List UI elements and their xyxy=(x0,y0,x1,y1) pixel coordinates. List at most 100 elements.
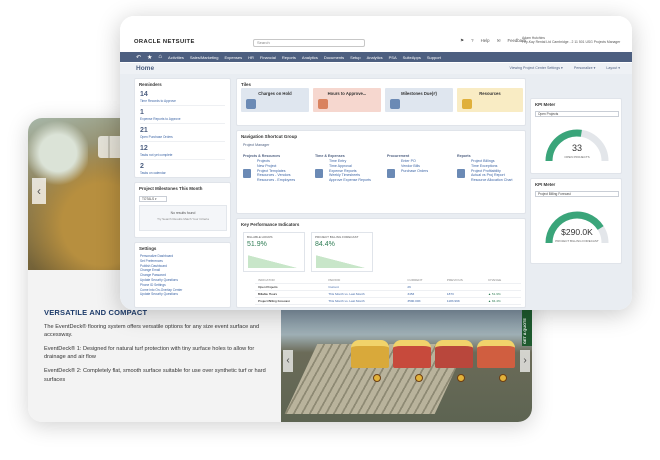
personalize-link[interactable]: Personalize ▾ xyxy=(574,66,596,70)
kpi-table: INDICATOR PERIOD CURRENT PREVIOUS CHANGE… xyxy=(255,277,521,305)
kpi-sparkline xyxy=(248,254,302,268)
milestones-empty-title: No results found xyxy=(170,211,196,215)
kpi-change: ▲ 84.4% xyxy=(485,297,521,305)
nav-item[interactable]: Activities xyxy=(168,55,184,60)
kpi-meter-caption: PROJECT BILLING FORECAST xyxy=(555,239,599,243)
collage-stage: ‹ VERSATILE AND COMPACT The EventDeck® f… xyxy=(0,0,660,460)
settings-link[interactable]: Update Security Questions xyxy=(140,292,225,297)
nav-item[interactable]: HR xyxy=(248,55,254,60)
kpi-meter-title: KPI Meter xyxy=(535,182,556,187)
kpi-current[interactable]: 26 xyxy=(404,283,444,291)
reminder-count: 2 xyxy=(140,163,144,170)
reminder-count: 14 xyxy=(140,91,148,98)
nav-item[interactable]: Setup xyxy=(350,55,360,60)
tile-milestones-due[interactable]: Milestones Due(#) xyxy=(385,88,453,112)
home-icon[interactable]: ⌂ xyxy=(158,54,162,60)
kpi-card-value: 51.9% xyxy=(247,241,267,248)
kpi-previous[interactable]: 1183.99K xyxy=(443,297,485,305)
get-a-quote-label: GET A QUOTE xyxy=(523,318,527,344)
kpi-change: ▲ 51.9% xyxy=(485,290,521,298)
help-link[interactable]: Help xyxy=(481,38,490,43)
train-prev-arrow-icon[interactable]: ‹ xyxy=(283,350,293,372)
help-icon[interactable]: ? xyxy=(471,38,475,43)
hours-icon xyxy=(318,99,328,109)
milestones-filter-select[interactable]: TOTALS ▾ xyxy=(139,196,167,202)
nav-item[interactable]: Analytics xyxy=(302,55,318,60)
top-header: ORACLE NETSUITE Search ⚑ ? Help ✉ Feedba… xyxy=(120,16,632,50)
train-next-arrow-icon[interactable]: › xyxy=(520,350,530,372)
tile-charges-on-hold[interactable]: Charges on Hold xyxy=(241,88,309,112)
page-title: Home xyxy=(136,65,155,72)
user-role: Fey-Kay Rental Ltd Cambridge - 2 11 501 … xyxy=(522,40,621,45)
kpi-meter-value: $290.0K xyxy=(561,227,593,237)
charges-icon xyxy=(246,99,256,109)
settings-portlet: Settings Personalize Dashboard Set Prefe… xyxy=(134,242,231,308)
kpi-row: Project Billing Forecast This Month vs. … xyxy=(255,297,521,305)
user-menu[interactable]: Adam Hutchins Fey-Kay Rental Ltd Cambrid… xyxy=(522,36,620,45)
kpi-card-value: 84.4% xyxy=(315,241,335,248)
recent-records-icon[interactable]: ⚑ xyxy=(460,38,464,43)
nav-item[interactable]: Reports xyxy=(282,55,296,60)
nav-item[interactable]: Documents xyxy=(324,55,344,60)
kpi-row: Billable Hours This Month vs. Last Month… xyxy=(255,290,521,298)
nav-item[interactable]: Analytics xyxy=(367,55,383,60)
carousel-prev-arrow-icon[interactable]: ‹ xyxy=(32,178,46,204)
shortcuts-title: Navigation Shortcut Group xyxy=(241,134,298,139)
shortcut-link[interactable]: Resources - Employees xyxy=(257,178,295,183)
kpi-card-billable-hours[interactable]: BILLABLE HOURS 51.9% xyxy=(243,232,305,272)
kpi-meter-select[interactable]: Open Projects xyxy=(535,111,619,117)
tiles-portlet: Tiles Charges on Hold Hours to Approve..… xyxy=(236,78,526,126)
nav-item[interactable]: Expenses xyxy=(225,55,243,60)
settings-title: Settings xyxy=(139,246,157,251)
back-icon[interactable]: ↶ xyxy=(136,54,141,61)
kpi-previous xyxy=(443,283,485,291)
kpi-current[interactable]: 3453 xyxy=(404,290,444,298)
view-settings-link[interactable]: Viewing Project Center Settings ▾ xyxy=(510,66,563,70)
kpi-card-label: BILLABLE HOURS xyxy=(247,235,273,239)
kpi-meter-select[interactable]: Project Billing Forecast xyxy=(535,191,619,197)
nav-item[interactable]: Support xyxy=(427,55,441,60)
oracle-netsuite-logo: ORACLE NETSUITE xyxy=(134,39,195,45)
kpi-current[interactable]: 3590.00K xyxy=(404,297,444,305)
tile-label: Milestones Due(#) xyxy=(401,91,437,96)
kpi-indicator: Project Billing Forecast xyxy=(255,297,326,305)
page-actions: Viewing Project Center Settings ▾ Person… xyxy=(500,66,620,70)
kpi-period: This Month vs. Last Month xyxy=(325,290,405,298)
kpi-indicator: Billable Hours xyxy=(255,290,326,298)
layout-link[interactable]: Layout ▾ xyxy=(606,66,620,70)
milestones-empty-desc: Try Search Results Match Your Criteria xyxy=(157,217,209,221)
train-photo: ‹ › xyxy=(281,310,532,422)
nav-item[interactable]: Financial xyxy=(260,55,276,60)
kpi-meter-portlet-billing-forecast: KPI Meter Project Billing Forecast $290.… xyxy=(530,178,622,264)
shortcut-link[interactable]: Resource Allocation Chart xyxy=(471,178,513,183)
tile-label: Charges on Hold xyxy=(258,91,292,96)
tile-resources[interactable]: Resources xyxy=(457,88,523,112)
tile-hours-to-approve[interactable]: Hours to Approve... xyxy=(313,88,381,112)
shortcut-link[interactable]: Purchase Orders xyxy=(401,169,428,174)
reminders-portlet: Reminders 14 Time Records to Approve 1 E… xyxy=(134,78,231,178)
feedback-icon[interactable]: ✉ xyxy=(497,38,502,43)
kpi-change xyxy=(485,283,521,291)
project-manager-link[interactable]: Project Manager xyxy=(243,143,269,147)
milestones-title: Project Milestones This Month xyxy=(139,186,203,191)
kpi-meter-title: KPI Meter xyxy=(535,102,556,107)
kpi-card-label: PROJECT BILLING FORECAST xyxy=(315,235,359,239)
reminder-link[interactable]: Tasks on calendar xyxy=(135,171,230,177)
kpi-card-billing-forecast[interactable]: PROJECT BILLING FORECAST 84.4% xyxy=(311,232,373,272)
product-paragraph: EventDeck® 1: Designed for natural turf … xyxy=(44,346,255,361)
main-navbar: ↶ ★ ⌂ Activities Sales/Marketing Expense… xyxy=(120,52,632,62)
shortcut-link[interactable]: Approve Expense Reports xyxy=(329,178,371,183)
star-icon[interactable]: ★ xyxy=(147,54,152,61)
kpi-meter-caption: OPEN PROJECTS xyxy=(564,155,590,159)
get-a-quote-tab[interactable]: GET A QUOTE xyxy=(522,306,532,346)
kpi-meter-value: 33 xyxy=(571,143,582,153)
kpi-portlet: Key Performance Indicators BILLABLE HOUR… xyxy=(236,218,526,308)
nav-item[interactable]: SuiteApps xyxy=(403,55,421,60)
nav-item[interactable]: Sales/Marketing xyxy=(190,55,219,60)
nav-item[interactable]: PSA xyxy=(389,55,397,60)
kpi-period: Current xyxy=(325,283,405,291)
reminder-count: 1 xyxy=(140,109,144,116)
kpi-sparkline xyxy=(316,254,370,268)
global-search-input[interactable]: Search xyxy=(253,39,365,47)
kpi-previous[interactable]: 1873 xyxy=(443,290,485,298)
